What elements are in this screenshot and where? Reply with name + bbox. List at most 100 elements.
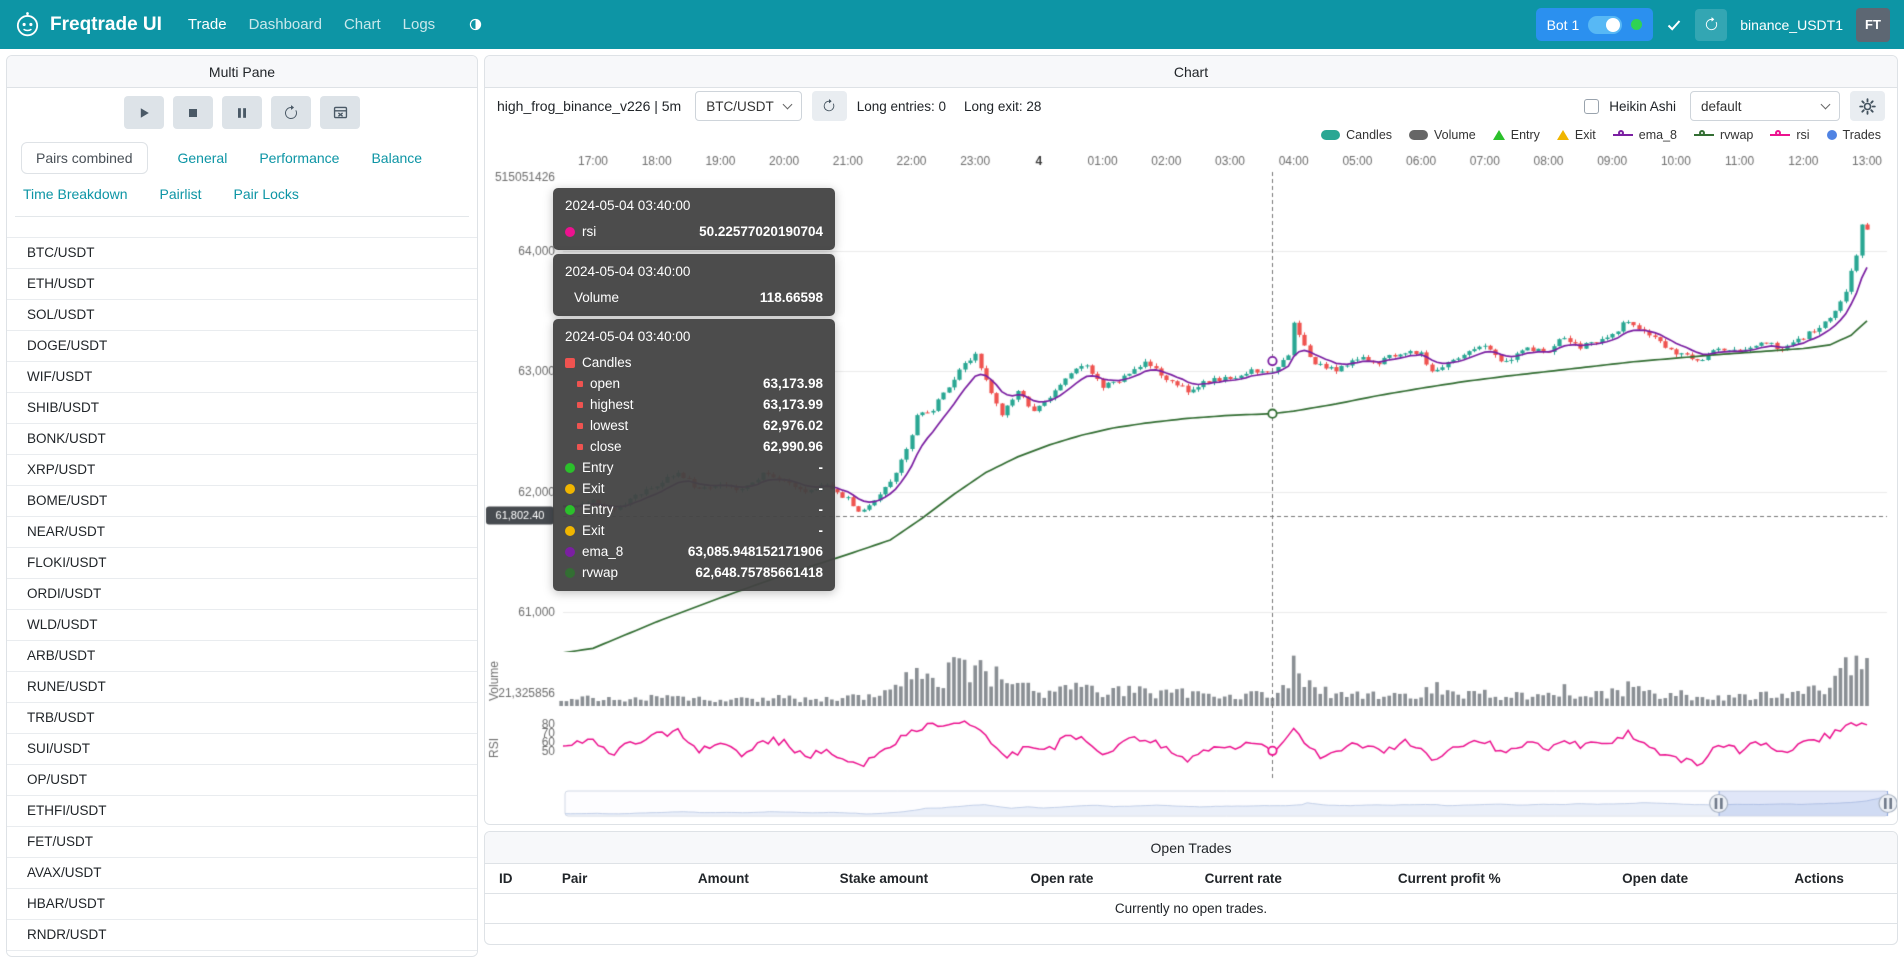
forget-trades-button[interactable] (320, 96, 360, 129)
pair-row[interactable]: RNDR/USDT (7, 920, 477, 951)
pair-row[interactable]: WLD/USDT (7, 610, 477, 641)
pair-row[interactable]: BOME/USDT (7, 486, 477, 517)
legend-item-trades[interactable]: Trades (1827, 128, 1881, 142)
chart-legend: Candles Volume Entry Exit ema_8 rvwap rsi Trade… (1321, 128, 1881, 142)
reload-bot-button[interactable] (1695, 9, 1727, 41)
tooltip-marker-sub-icon (577, 402, 583, 408)
tooltip-label: Entry (582, 502, 614, 517)
refresh-chart-button[interactable] (812, 91, 847, 121)
column-header-open-date[interactable]: Open date (1561, 864, 1749, 893)
tooltip-label: Entry (582, 460, 614, 475)
column-header-amount[interactable]: Amount (654, 864, 794, 893)
pair-select[interactable]: BTC/USDT (695, 91, 802, 121)
reload-config-button[interactable] (271, 96, 311, 129)
pair-row[interactable]: AR/USDT (7, 951, 477, 957)
tab-pairs-combined[interactable]: Pairs combined (21, 142, 148, 174)
pair-row[interactable]: SHIB/USDT (7, 393, 477, 424)
legend-label: Volume (1434, 128, 1476, 142)
pair-row[interactable]: SUI/USDT (7, 734, 477, 765)
column-header-open-rate[interactable]: Open rate (975, 864, 1150, 893)
tooltip-value: 118.66598 (760, 290, 823, 305)
tab-pair-locks[interactable]: Pair Locks (232, 179, 301, 209)
pair-row[interactable]: SOL/USDT (7, 300, 477, 331)
legend-item-candles[interactable]: Candles (1321, 128, 1392, 142)
pair-row[interactable]: FLOKI/USDT (7, 548, 477, 579)
pair-row[interactable]: BONK/USDT (7, 424, 477, 455)
pair-row[interactable]: TRB/USDT (7, 703, 477, 734)
pair-row[interactable]: FET/USDT (7, 827, 477, 858)
pair-row[interactable]: DOGE/USDT (7, 331, 477, 362)
avatar[interactable]: FT (1856, 8, 1890, 42)
column-header-pair[interactable]: Pair (556, 864, 654, 893)
legend-item-rsi[interactable]: rsi (1770, 128, 1809, 142)
pair-row[interactable]: XRP/USDT (7, 455, 477, 486)
legend-item-ema_8[interactable]: ema_8 (1613, 128, 1677, 142)
nav-item-chart[interactable]: Chart (334, 8, 391, 41)
pair-row[interactable]: AVAX/USDT (7, 858, 477, 889)
tab-balance[interactable]: Balance (369, 143, 424, 173)
legend-label: rvwap (1720, 128, 1753, 142)
nav-item-logs[interactable]: Logs (393, 8, 446, 41)
tooltip-value: - (819, 460, 824, 475)
long-entries-count: Long entries: 0 (857, 99, 946, 114)
tooltip-value: 63,173.98 (763, 376, 823, 391)
pair-row[interactable]: HBAR/USDT (7, 889, 477, 920)
multi-pane-header: Multi Pane (7, 56, 477, 88)
pair-row[interactable]: BTC/USDT (7, 238, 477, 269)
pair-row[interactable]: ETH/USDT (7, 269, 477, 300)
legend-item-entry[interactable]: Entry (1493, 128, 1540, 142)
rvwap-swatch-icon (1694, 130, 1714, 140)
navbar: Freqtrade UI TradeDashboardChartLogs Bot… (0, 0, 1904, 49)
tooltip-label: close (590, 439, 622, 454)
column-header-actions[interactable]: Actions (1749, 864, 1889, 893)
bot-selector[interactable]: Bot 1 (1536, 8, 1654, 41)
column-header-current-profit-[interactable]: Current profit % (1338, 864, 1561, 893)
tooltip-label: Volume (574, 290, 619, 305)
tab-performance[interactable]: Performance (257, 143, 341, 173)
pair-row[interactable]: ETHFI/USDT (7, 796, 477, 827)
column-header-id[interactable]: ID (493, 864, 556, 893)
volume-swatch-icon (1409, 130, 1428, 140)
heikin-ashi-checkbox[interactable] (1584, 99, 1599, 114)
pair-row[interactable]: RUNE/USDT (7, 672, 477, 703)
chart-header: Chart (485, 56, 1897, 88)
nav-links: TradeDashboardChartLogs (178, 8, 445, 41)
stop-button[interactable] (173, 96, 213, 129)
tab-time-breakdown[interactable]: Time Breakdown (21, 179, 130, 209)
bot-toggle[interactable] (1588, 16, 1622, 34)
column-header-stake-amount[interactable]: Stake amount (793, 864, 974, 893)
play-button[interactable] (124, 96, 164, 129)
exit-swatch-icon (1557, 130, 1569, 140)
nav-item-dashboard[interactable]: Dashboard (239, 8, 332, 41)
theme-toggle-icon[interactable] (461, 12, 490, 37)
pause-button[interactable] (222, 96, 262, 129)
plot-config-select[interactable]: default (1690, 91, 1840, 121)
legend-item-rvwap[interactable]: rvwap (1694, 128, 1753, 142)
tab-pairlist[interactable]: Pairlist (158, 179, 204, 209)
plot-settings-button[interactable] (1850, 91, 1885, 121)
tooltip-row: lowest62,976.02 (565, 415, 823, 436)
tooltip-row: open63,173.98 (565, 373, 823, 394)
column-header-current-rate[interactable]: Current rate (1149, 864, 1337, 893)
pair-row[interactable]: ORDI/USDT (7, 579, 477, 610)
tooltip-row: Exit- (565, 520, 823, 541)
chart-tooltip-0: 2024-05-04 03:40:00rsi50.22577020190704 (553, 188, 835, 250)
tooltip-row: ema_863,085.948152171906 (565, 541, 823, 562)
brand[interactable]: Freqtrade UI (14, 11, 162, 38)
tooltip-marker-sub-icon (577, 381, 583, 387)
legend-item-volume[interactable]: Volume (1409, 128, 1476, 142)
tooltip-label: rvwap (582, 565, 618, 580)
tooltip-marker-rvwap-icon (565, 568, 575, 578)
pair-row[interactable]: WIF/USDT (7, 362, 477, 393)
pair-row[interactable]: NEAR/USDT (7, 517, 477, 548)
tooltip-marker-exit-icon (565, 526, 575, 536)
tab-general[interactable]: General (176, 143, 230, 173)
pair-row[interactable]: OP/USDT (7, 765, 477, 796)
legend-label: Trades (1843, 128, 1881, 142)
pair-row[interactable]: ARB/USDT (7, 641, 477, 672)
nav-item-trade[interactable]: Trade (178, 8, 237, 41)
rsi-swatch-icon (1770, 130, 1790, 140)
legend-item-exit[interactable]: Exit (1557, 128, 1596, 142)
freqtrade-logo-icon (14, 11, 41, 38)
bot-name: binance_USDT1 (1740, 17, 1843, 33)
